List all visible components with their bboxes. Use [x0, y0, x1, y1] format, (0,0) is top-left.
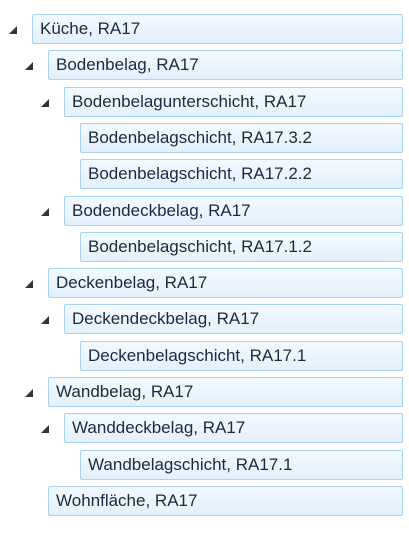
expand-toggle-icon[interactable] [24, 279, 34, 289]
expand-toggle-icon[interactable] [8, 25, 18, 35]
triangle-expanded-icon [25, 62, 33, 70]
tree-node-label: Deckenbelagschicht, RA17.1 [88, 346, 307, 365]
tree-node[interactable]: Bodenbelag, RA17 [48, 50, 403, 80]
expand-toggle-icon[interactable] [40, 424, 50, 434]
expand-toggle-icon[interactable] [24, 388, 34, 398]
tree-node[interactable]: Bodenbelagschicht, RA17.3.2 [80, 123, 403, 153]
tree-node-label: Küche, RA17 [40, 19, 141, 38]
triangle-expanded-icon [41, 425, 49, 433]
tree-node[interactable]: Deckenbelagschicht, RA17.1 [80, 341, 403, 371]
tree-node[interactable]: Wohnfläche, RA17 [48, 486, 403, 516]
tree-node-label: Bodenbelagunterschicht, RA17 [72, 92, 307, 111]
tree-node[interactable]: Bodendeckbelag, RA17 [64, 196, 403, 226]
triangle-expanded-icon [25, 389, 33, 397]
tree-node[interactable]: Wanddeckbelag, RA17 [64, 413, 403, 443]
tree-node-label: Wandbelag, RA17 [56, 382, 194, 401]
tree-node-label: Bodendeckbelag, RA17 [72, 201, 251, 220]
scroll-edge [0, 0, 409, 6]
expand-toggle-icon[interactable] [40, 98, 50, 108]
tree-node-label: Bodenbelagschicht, RA17.3.2 [88, 128, 312, 147]
tree-node-label: Bodenbelag, RA17 [56, 55, 199, 74]
tree-node[interactable]: Bodenbelagunterschicht, RA17 [64, 87, 403, 117]
tree-view: Küche, RA17 Bodenbelag, RA17 Bodenbelagunt… [0, 0, 409, 536]
tree-node[interactable]: Bodenbelagschicht, RA17.1.2 [80, 232, 403, 262]
triangle-expanded-icon [41, 316, 49, 324]
tree-node-label: Deckenbelag, RA17 [56, 273, 208, 292]
tree-node[interactable]: Deckendeckbelag, RA17 [64, 304, 403, 334]
tree-node-label: Bodenbelagschicht, RA17.1.2 [88, 237, 312, 256]
expand-toggle-icon[interactable] [24, 61, 34, 71]
expand-toggle-icon[interactable] [40, 207, 50, 217]
tree-node-label: Wandbelagschicht, RA17.1 [88, 455, 293, 474]
tree-node-label: Bodenbelagschicht, RA17.2.2 [88, 164, 312, 183]
tree-node[interactable]: Wandbelagschicht, RA17.1 [80, 450, 403, 480]
tree-node-label: Wanddeckbelag, RA17 [72, 418, 246, 437]
triangle-expanded-icon [9, 26, 17, 34]
triangle-expanded-icon [25, 280, 33, 288]
expand-toggle-icon[interactable] [40, 315, 50, 325]
tree-node[interactable]: Bodenbelagschicht, RA17.2.2 [80, 159, 403, 189]
triangle-expanded-icon [41, 99, 49, 107]
tree-node-label: Deckendeckbelag, RA17 [72, 309, 260, 328]
tree-node[interactable]: Küche, RA17 [32, 14, 403, 44]
tree-node[interactable]: Deckenbelag, RA17 [48, 268, 403, 298]
tree-node-label: Wohnfläche, RA17 [56, 491, 198, 510]
tree-node[interactable]: Wandbelag, RA17 [48, 377, 403, 407]
triangle-expanded-icon [41, 208, 49, 216]
